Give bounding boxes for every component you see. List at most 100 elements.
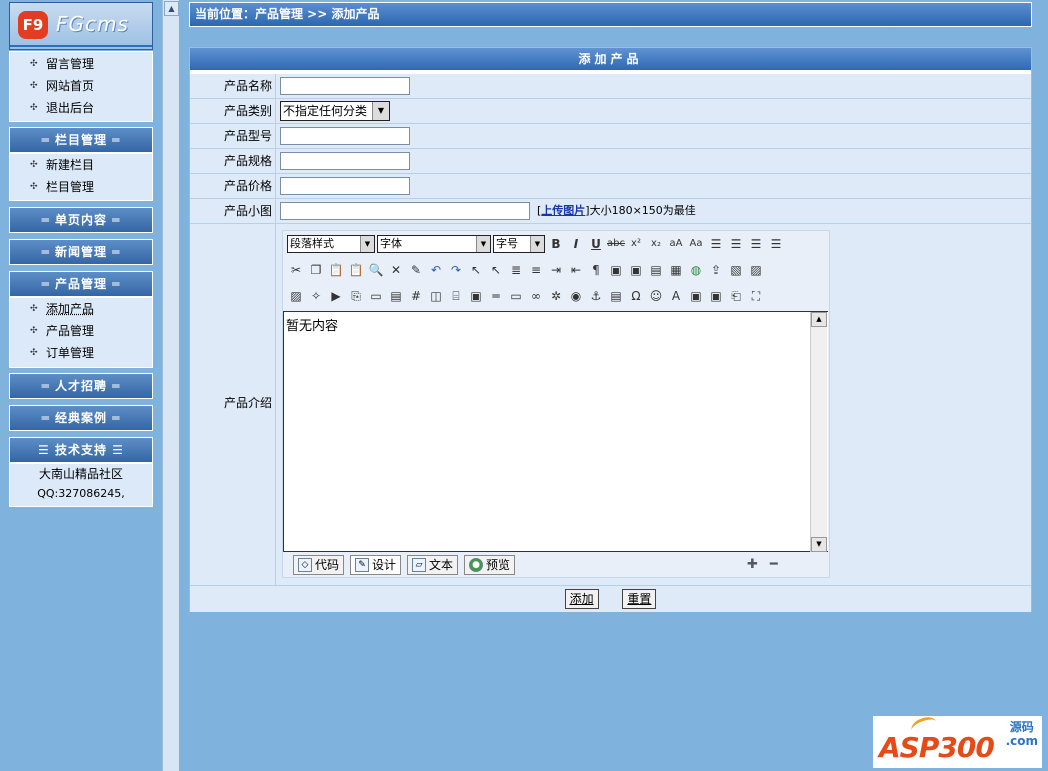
scroll-up-icon[interactable]: ▲ <box>164 1 179 16</box>
nav-column-manage[interactable]: ✣ 栏目管理 <box>10 176 152 198</box>
fieldset-icon[interactable]: ⌸ <box>447 287 465 305</box>
ordered-list-icon[interactable]: ≣ <box>507 261 525 279</box>
editor-scrollbar[interactable]: ▲ ▼ <box>810 312 827 552</box>
underline-icon[interactable]: U <box>587 235 605 253</box>
upload-icon[interactable]: ⇪ <box>707 261 725 279</box>
align-justify-icon[interactable]: ☰ <box>767 235 785 253</box>
nav-product-manage[interactable]: ✣ 产品管理 <box>10 320 152 342</box>
editor-content-area[interactable]: 暂无内容 <box>283 311 828 552</box>
nav-new-column[interactable]: ✣ 新建栏目 <box>10 154 152 176</box>
scroll-up-icon[interactable]: ▲ <box>811 312 827 327</box>
picture-icon[interactable]: ▨ <box>287 287 305 305</box>
special-char-icon[interactable]: Ω <box>627 287 645 305</box>
expand-icon[interactable]: ✚ <box>747 557 770 572</box>
clear-format-icon[interactable]: ✎ <box>407 261 425 279</box>
scroll-down-icon[interactable]: ▼ <box>811 537 827 552</box>
date-icon[interactable]: ▣ <box>687 287 705 305</box>
paragraph-icon[interactable]: ¶ <box>587 261 605 279</box>
fore-color-icon[interactable]: ▣ <box>607 261 625 279</box>
undo-icon[interactable]: ↶ <box>427 261 445 279</box>
find-icon[interactable]: 🔍 <box>367 261 385 279</box>
indent-icon[interactable]: ⇥ <box>547 261 565 279</box>
section-header-columns[interactable]: ═ 栏目管理 ═ <box>9 127 153 153</box>
grid-icon[interactable]: # <box>407 287 425 305</box>
time-icon[interactable]: ▣ <box>707 287 725 305</box>
italic-icon[interactable]: I <box>567 235 585 253</box>
cell-props-icon[interactable]: ▦ <box>667 261 685 279</box>
layer-icon[interactable]: ◫ <box>427 287 445 305</box>
lowercase-icon[interactable]: Aa <box>687 235 705 253</box>
select-all-icon[interactable]: ↖ <box>487 261 505 279</box>
bullet-icon: ✣ <box>30 348 38 358</box>
link-home[interactable]: ✣ 网站首页 <box>10 75 152 97</box>
template-icon[interactable]: ▭ <box>367 287 385 305</box>
section-header-products[interactable]: ═ 产品管理 ═ <box>9 271 153 297</box>
table-props-icon[interactable]: ▤ <box>647 261 665 279</box>
link-guestbook[interactable]: ✣ 留言管理 <box>10 53 152 75</box>
font-select[interactable]: 字体 ▼ <box>377 235 491 253</box>
paste-text-icon[interactable]: 📋 <box>347 261 365 279</box>
select-icon[interactable]: ↖ <box>467 261 485 279</box>
art-text-icon[interactable]: A <box>667 287 685 305</box>
outdent-icon[interactable]: ⇤ <box>567 261 585 279</box>
media-icon[interactable]: ▶ <box>327 287 345 305</box>
page-break-icon[interactable]: ⎗ <box>727 287 745 305</box>
product-spec-input[interactable] <box>280 152 410 170</box>
unordered-list-icon[interactable]: ≡ <box>527 261 545 279</box>
table-icon[interactable]: ▤ <box>387 287 405 305</box>
submit-button[interactable]: 添加 <box>564 589 599 609</box>
section-header-cases[interactable]: ═ 经典案例 ═ <box>9 405 153 431</box>
nav-add-product[interactable]: ✣ 添加产品 <box>10 298 152 320</box>
chevron-down-icon: ▼ <box>372 102 389 120</box>
align-center-icon[interactable]: ☰ <box>727 235 745 253</box>
mode-design-tab[interactable]: ✎ 设计 <box>350 555 402 575</box>
strikethrough-icon[interactable]: abc <box>607 235 625 253</box>
frame-scrollbar[interactable]: ▲ <box>162 0 179 771</box>
redo-icon[interactable]: ↷ <box>447 261 465 279</box>
uppercase-icon[interactable]: aA <box>667 235 685 253</box>
section-header-news[interactable]: ═ 新闻管理 ═ <box>9 239 153 265</box>
product-image-input[interactable] <box>280 202 530 220</box>
section-header-jobs[interactable]: ═ 人才招聘 ═ <box>9 373 153 399</box>
horizontal-rule-icon[interactable]: ═ <box>487 287 505 305</box>
product-model-input[interactable] <box>280 127 410 145</box>
form-icon[interactable]: ▤ <box>607 287 625 305</box>
cut-icon[interactable]: ✂ <box>287 261 305 279</box>
align-left-icon[interactable]: ☰ <box>707 235 725 253</box>
attachment-icon[interactable]: ⎘ <box>347 287 365 305</box>
nav-order-manage[interactable]: ✣ 订单管理 <box>10 342 152 364</box>
mode-code-tab[interactable]: ◇ 代码 <box>293 555 345 575</box>
copy-icon[interactable]: ❐ <box>307 261 325 279</box>
flash-icon[interactable]: ✧ <box>307 287 325 305</box>
fullscreen-icon[interactable]: ⛶ <box>747 287 765 305</box>
map-icon[interactable]: ◉ <box>567 287 585 305</box>
marquee-icon[interactable]: ▭ <box>507 287 525 305</box>
bold-icon[interactable]: B <box>547 235 565 253</box>
product-price-input[interactable] <box>280 177 410 195</box>
mode-text-tab[interactable]: ▱ 文本 <box>407 555 459 575</box>
upload-image-link[interactable]: 上传图片 <box>541 204 585 217</box>
link-logout[interactable]: ✣ 退出后台 <box>10 97 152 119</box>
paste-icon[interactable]: 📋 <box>327 261 345 279</box>
unlink-icon[interactable]: ✲ <box>547 287 565 305</box>
section-header-pages[interactable]: ═ 单页内容 ═ <box>9 207 153 233</box>
shrink-icon[interactable]: ━ <box>770 557 790 572</box>
superscript-icon[interactable]: x² <box>627 235 645 253</box>
paragraph-style-select[interactable]: 段落样式 ▼ <box>287 235 375 253</box>
align-right-icon[interactable]: ☰ <box>747 235 765 253</box>
category-select[interactable]: 不指定任何分类 ▼ <box>280 101 390 121</box>
mode-preview-tab[interactable]: ● 预览 <box>464 555 516 575</box>
image-insert-icon[interactable]: ▨ <box>747 261 765 279</box>
link-icon[interactable]: ∞ <box>527 287 545 305</box>
delete-icon[interactable]: ✕ <box>387 261 405 279</box>
emoticon-icon[interactable]: ☺ <box>647 287 665 305</box>
font-size-select[interactable]: 字号 ▼ <box>493 235 545 253</box>
reset-button[interactable]: 重置 <box>622 589 657 609</box>
back-color-icon[interactable]: ▣ <box>627 261 645 279</box>
anchor-icon[interactable]: ⚓ <box>587 287 605 305</box>
subscript-icon[interactable]: x₂ <box>647 235 665 253</box>
web-icon[interactable]: ◍ <box>687 261 705 279</box>
product-name-input[interactable] <box>280 77 410 95</box>
chart-icon[interactable]: ▧ <box>727 261 745 279</box>
iframe-icon[interactable]: ▣ <box>467 287 485 305</box>
